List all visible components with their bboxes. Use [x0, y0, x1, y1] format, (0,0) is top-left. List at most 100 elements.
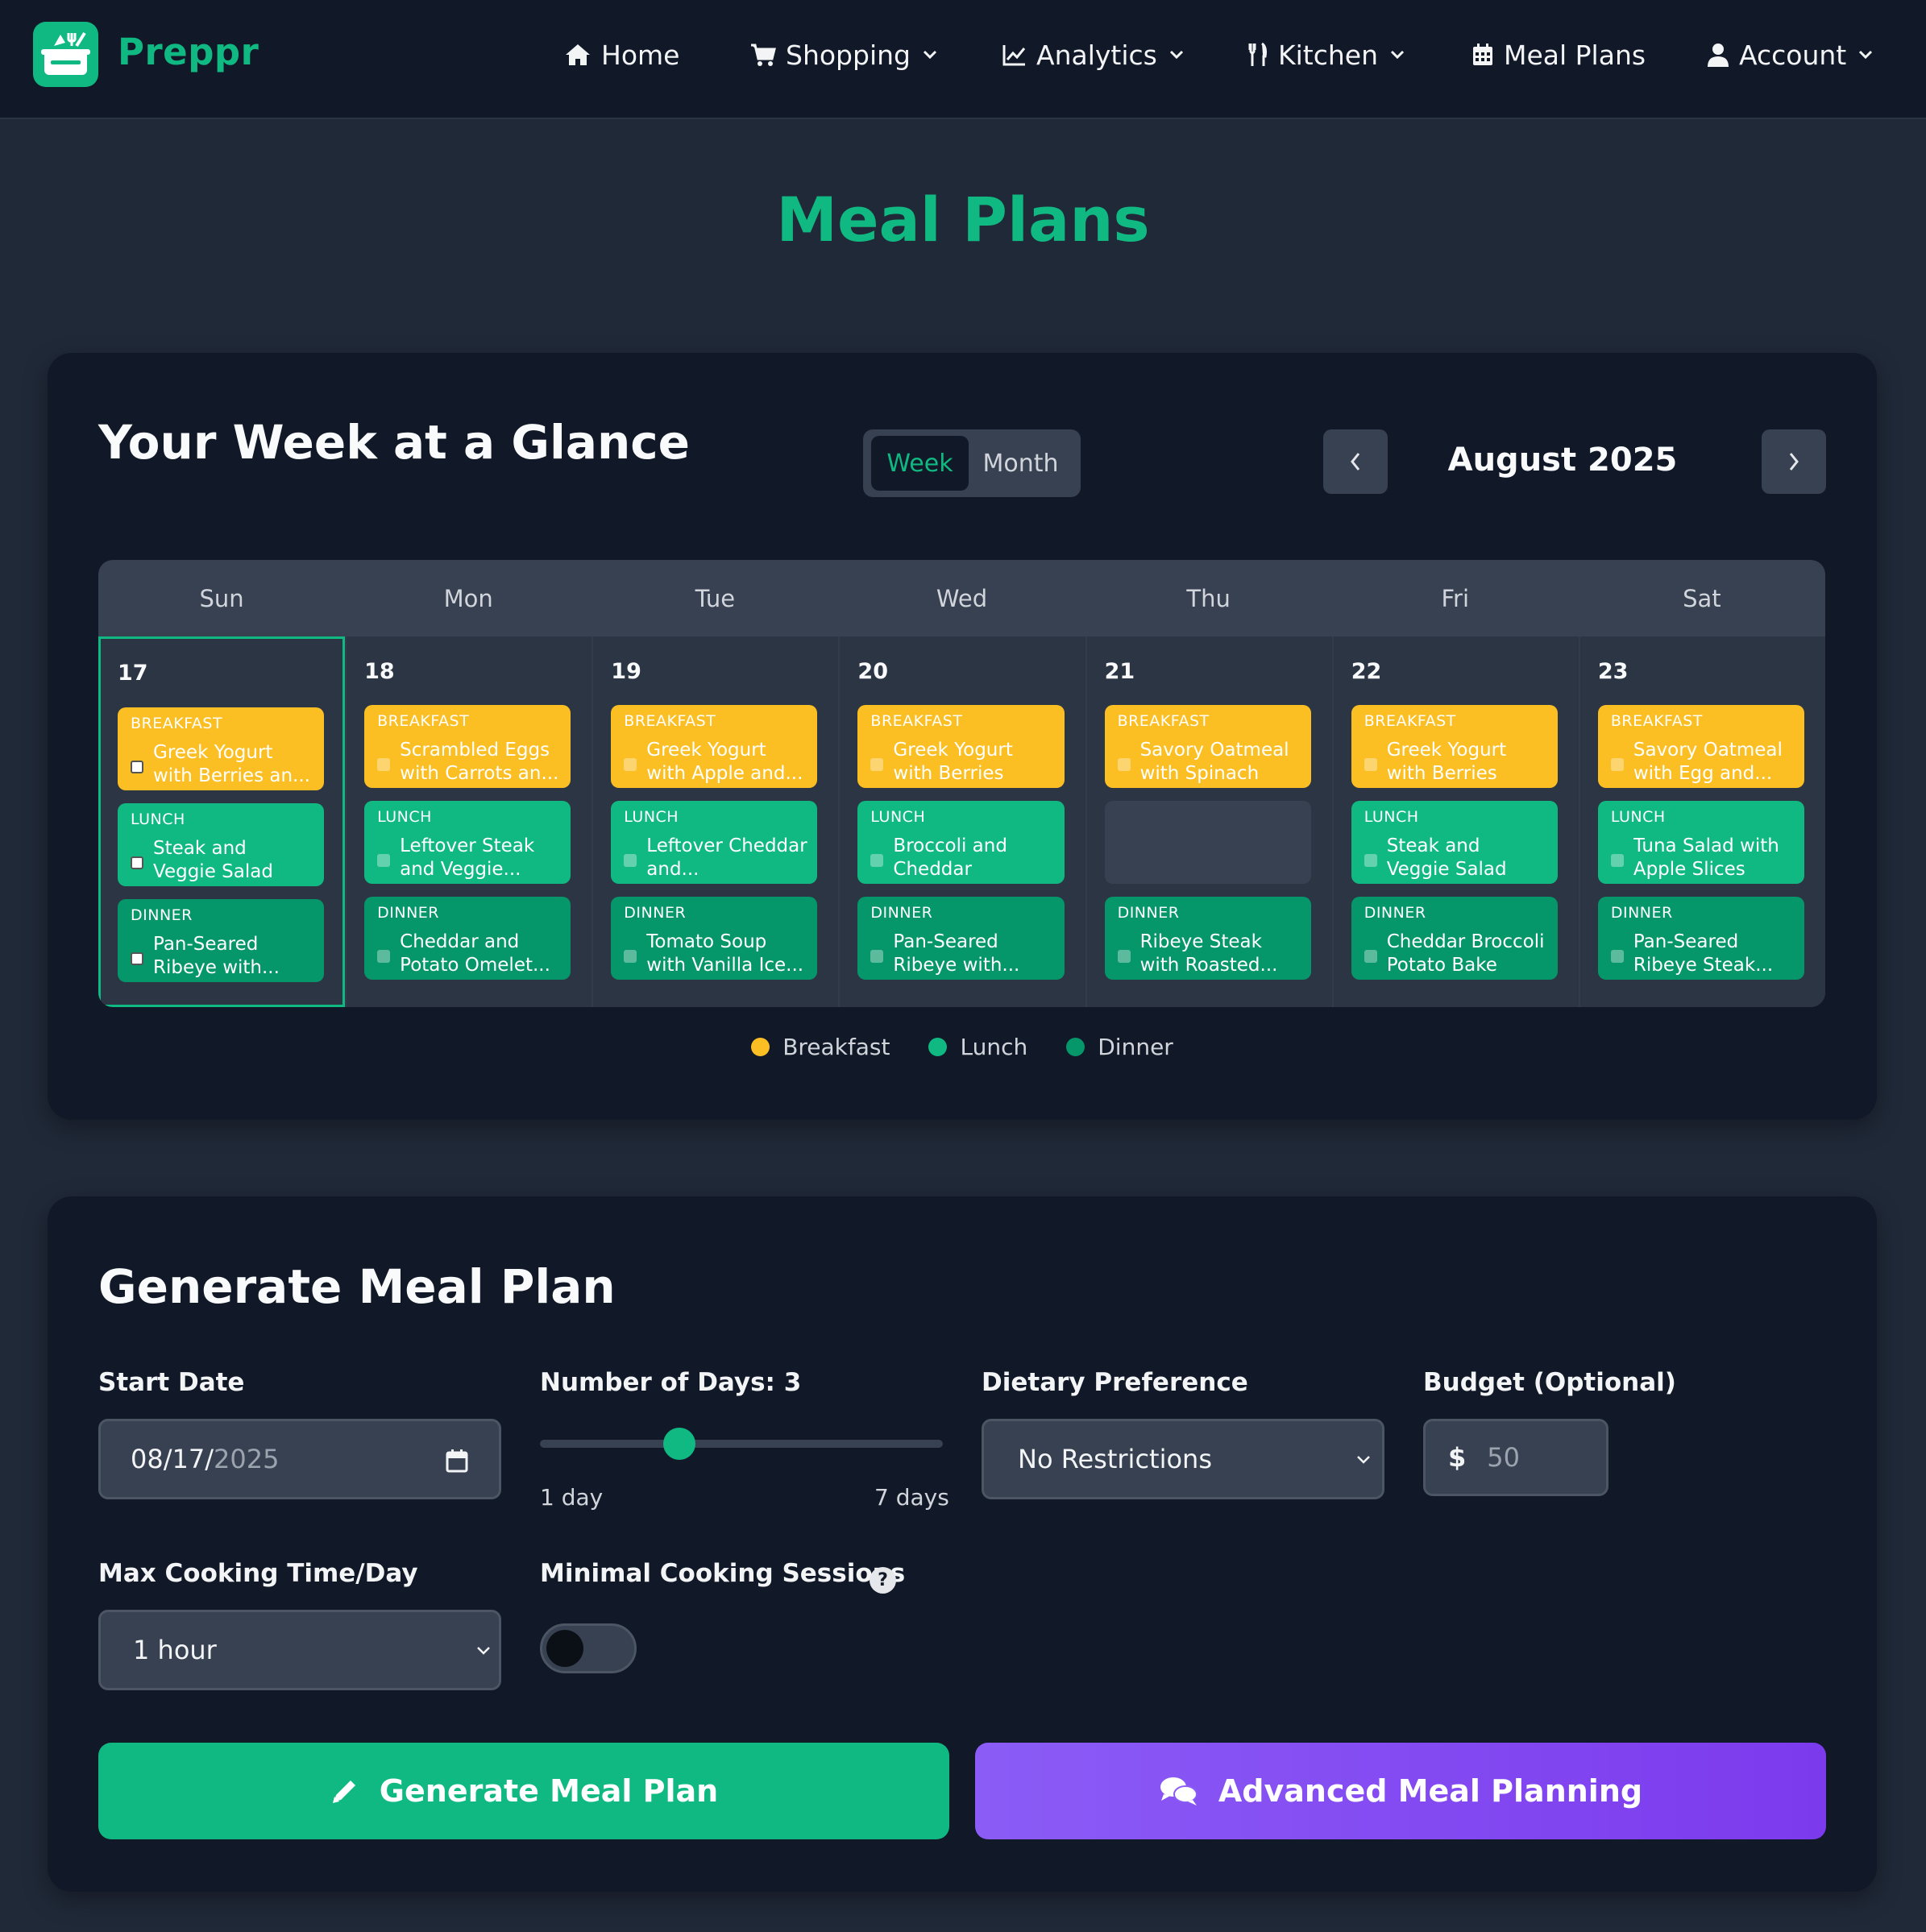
meal-checkbox[interactable] [1364, 758, 1377, 771]
breakfast-meal-card[interactable]: BREAKFAST Savory Oatmeal with Egg and... [1597, 705, 1804, 788]
day-column[interactable]: 18 BREAKFAST Scrambled Eggs with Carrots a… [345, 636, 591, 1007]
dinner-meal-card[interactable]: DINNER Tomato Soup with Vanilla Ice... [611, 897, 818, 980]
minimal-sessions-toggle[interactable] [540, 1623, 637, 1673]
lunch-meal-card[interactable]: LUNCH Leftover Cheddar and... [611, 801, 818, 884]
dietary-value: No Restrictions [1018, 1444, 1212, 1474]
brand-name[interactable]: Preppr [118, 31, 259, 73]
nav-meal-plans[interactable]: Meal Plans [1471, 35, 1646, 74]
generate-button[interactable]: Generate Meal Plan [98, 1743, 949, 1839]
meal-type-label: LUNCH [1364, 808, 1419, 826]
day-number: 22 [1351, 659, 1382, 684]
day-number: 21 [1104, 659, 1135, 684]
meal-checkbox[interactable] [131, 952, 143, 965]
dinner-meal-card[interactable]: DINNER Pan-Seared Ribeye Steak... [1597, 897, 1804, 980]
meal-checkbox[interactable] [870, 758, 884, 771]
meal-type-label: LUNCH [377, 808, 432, 826]
calendar-icon[interactable] [446, 1449, 468, 1473]
days-slider-track[interactable] [540, 1440, 943, 1448]
lunch-meal-card [1104, 801, 1311, 884]
column-divider [591, 636, 594, 1007]
dinner-meal-card[interactable]: DINNER Pan-Seared Ribeye with... [118, 899, 325, 982]
breakfast-meal-card[interactable]: BREAKFAST Savory Oatmeal with Spinach an.… [1104, 705, 1311, 788]
lunch-meal-card[interactable]: LUNCH Broccoli and Cheddar Quiche... [857, 801, 1065, 884]
meal-checkbox[interactable] [377, 758, 391, 771]
chevron-left-icon [1351, 453, 1360, 471]
meal-type-label: BREAKFAST [1610, 712, 1703, 730]
breakfast-meal-card[interactable]: BREAKFAST Greek Yogurt with Apple and... [611, 705, 818, 788]
weekday-header: Sun Mon Tue Wed Thu Fri Sat [98, 560, 1825, 636]
toggle-week[interactable]: Week [871, 436, 969, 491]
meal-checkbox[interactable] [131, 856, 143, 869]
dietary-select[interactable]: No Restrictions [982, 1419, 1384, 1499]
meal-checkbox[interactable] [870, 950, 884, 963]
lunch-meal-card[interactable]: LUNCH Steak and Veggie Salad [118, 803, 325, 886]
day-column[interactable]: 23 BREAKFAST Savory Oatmeal with Egg and..… [1578, 636, 1825, 1007]
day-column[interactable]: 20 BREAKFAST Greek Yogurt with Berries and… [838, 636, 1085, 1007]
nav-shopping-label: Shopping [786, 39, 911, 71]
days-slider-thumb[interactable] [663, 1428, 695, 1460]
meal-type-label: LUNCH [870, 808, 926, 826]
breakfast-meal-card[interactable]: BREAKFAST Greek Yogurt with Berries and..… [1351, 705, 1558, 788]
meal-type-label: BREAKFAST [870, 712, 963, 730]
day-column[interactable]: 21 BREAKFAST Savory Oatmeal with Spinach a… [1085, 636, 1332, 1007]
day-column[interactable]: 19 BREAKFAST Greek Yogurt with Apple and..… [591, 636, 838, 1007]
meal-checkbox[interactable] [131, 761, 143, 773]
prev-button[interactable] [1323, 429, 1388, 494]
advanced-planning-button[interactable]: Advanced Meal Planning [975, 1743, 1826, 1839]
nav-meal-plans-label: Meal Plans [1504, 39, 1646, 71]
meal-checkbox[interactable] [377, 854, 391, 867]
lunch-meal-card[interactable]: LUNCH Tuna Salad with Apple Slices [1597, 801, 1804, 884]
view-toggle: Week Month [863, 429, 1081, 497]
meal-type-label: DINNER [870, 904, 933, 922]
meal-type-label: DINNER [624, 904, 687, 922]
meal-checkbox[interactable] [1610, 854, 1624, 867]
generate-title: Generate Meal Plan [98, 1259, 616, 1314]
nav-account[interactable]: Account [1707, 35, 1874, 74]
day-column[interactable]: 22 BREAKFAST Greek Yogurt with Berries and… [1331, 636, 1579, 1007]
dinner-meal-card[interactable]: DINNER Ribeye Steak with Roasted... [1104, 897, 1311, 980]
meal-type-label: DINNER [377, 904, 440, 922]
max-time-select[interactable]: 1 hour [98, 1610, 501, 1690]
chevron-down-icon [1357, 1456, 1370, 1464]
toggle-month[interactable]: Month [969, 436, 1073, 491]
nav-home[interactable]: Home [564, 35, 679, 74]
nav-kitchen[interactable]: Kitchen [1247, 35, 1405, 74]
column-divider [345, 636, 347, 1007]
weekday-sat: Sat [1683, 584, 1721, 612]
lunch-meal-card[interactable]: LUNCH Leftover Steak and Veggie... [364, 801, 571, 884]
next-button[interactable] [1762, 429, 1826, 494]
dinner-meal-card[interactable]: DINNER Cheddar Broccoli Potato Bake [1351, 897, 1558, 980]
meal-checkbox[interactable] [624, 758, 637, 771]
budget-input[interactable]: $ 50 [1423, 1419, 1608, 1496]
breakfast-meal-card[interactable]: BREAKFAST Greek Yogurt with Berries an... [118, 707, 325, 790]
day-column[interactable]: 17 BREAKFAST Greek Yogurt with Berries an.… [98, 636, 346, 1007]
legend-breakfast-label: Breakfast [782, 1034, 890, 1060]
meal-checkbox[interactable] [870, 854, 884, 867]
breakfast-meal-card[interactable]: BREAKFAST Greek Yogurt with Berries and..… [857, 705, 1065, 788]
meal-checkbox[interactable] [1610, 758, 1624, 771]
help-icon[interactable]: ? [870, 1567, 896, 1594]
weekday-thu: Thu [1186, 584, 1231, 612]
start-date-input[interactable]: 08/17/2025 [98, 1419, 501, 1499]
start-date-value: 08/17/ [131, 1444, 214, 1474]
meal-checkbox[interactable] [1364, 950, 1377, 963]
legend-lunch: Lunch [928, 1034, 1027, 1060]
meal-checkbox[interactable] [1364, 854, 1377, 867]
lunch-meal-card[interactable]: LUNCH Steak and Veggie Salad [1351, 801, 1558, 884]
logo-icon[interactable] [33, 22, 98, 87]
meal-checkbox[interactable] [1117, 950, 1131, 963]
meal-checkbox[interactable] [1117, 758, 1131, 771]
meal-name: Leftover Cheddar and... [646, 835, 807, 880]
meal-checkbox[interactable] [1610, 950, 1624, 963]
breakfast-meal-card[interactable]: BREAKFAST Scrambled Eggs with Carrots an.… [364, 705, 571, 788]
meal-checkbox[interactable] [624, 854, 637, 867]
nav-analytics[interactable]: Analytics [1002, 35, 1185, 74]
nav-home-label: Home [601, 39, 680, 71]
dinner-meal-card[interactable]: DINNER Cheddar and Potato Omelet... [364, 897, 571, 980]
meal-checkbox[interactable] [377, 950, 391, 963]
nav-shopping[interactable]: Shopping [750, 35, 938, 74]
dinner-meal-card[interactable]: DINNER Pan-Seared Ribeye with... [857, 897, 1065, 980]
meal-name: Greek Yogurt with Berries and... [893, 740, 1013, 784]
max-time-label: Max Cooking Time/Day [98, 1559, 418, 1588]
meal-checkbox[interactable] [624, 950, 637, 963]
